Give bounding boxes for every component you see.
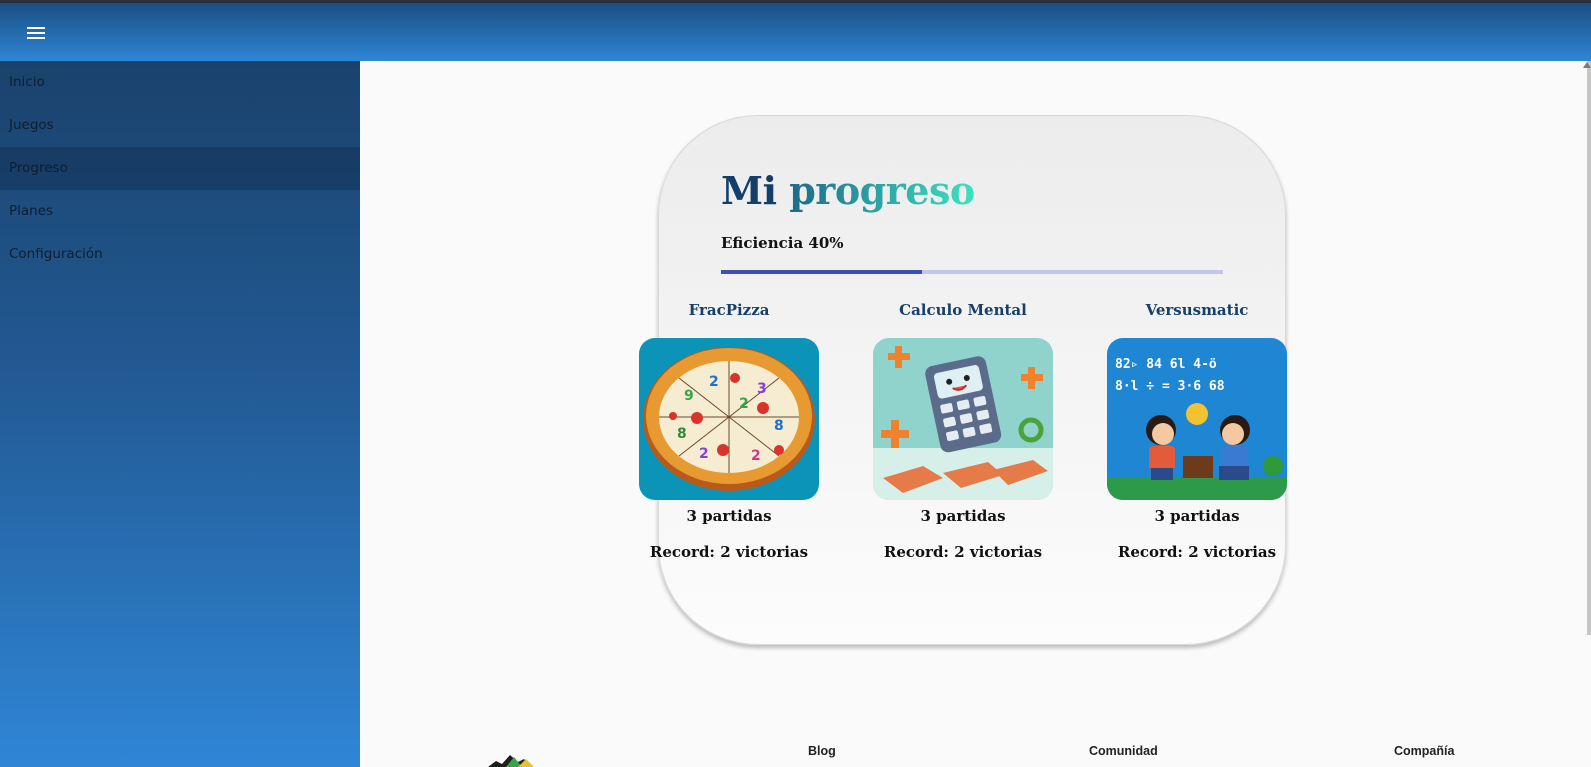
game-card-versusmatic[interactable]: Versusmatic 82▹ 84 6l 4-ö 8·l ÷ = 3·6 68… — [1102, 300, 1292, 562]
game-card-fracpizza[interactable]: FracPizza 93 28 82 22 3 partidas Record:… — [634, 300, 824, 562]
scroll-up-arrow-icon[interactable] — [1583, 62, 1591, 68]
svg-text:2: 2 — [709, 374, 719, 390]
svg-text:9: 9 — [684, 388, 694, 404]
game-record: Record: 2 victorias — [1117, 543, 1277, 561]
kids-math-duel-illustration[interactable]: 82▹ 84 6l 4-ö 8·l ÷ = 3·6 68 — [1107, 338, 1287, 500]
game-name: FracPizza — [688, 301, 770, 319]
footer-link-compania[interactable]: Compañía — [1394, 744, 1454, 758]
title-part-mi: Mi — [721, 168, 777, 213]
game-name: Calculo Mental — [899, 301, 1027, 319]
footer-link-blog[interactable]: Blog — [808, 744, 836, 758]
game-card-calculo-mental[interactable]: Calculo Mental 3 partidas Record: 2 vict… — [868, 300, 1058, 562]
title-part-progreso: progreso — [789, 168, 975, 213]
progress-card: Mi progreso Eficiencia 40% FracPizza 9 3 … — [639, 115, 1287, 645]
efficiency-label: Eficiencia 40% — [721, 234, 844, 252]
sidebar-item-progreso[interactable]: Progreso — [0, 147, 360, 190]
efficiency-progress-bar — [721, 270, 1223, 274]
pizza-with-numbers-illustration[interactable]: 93 28 82 22 — [639, 338, 819, 500]
sidebar-item-configuracion[interactable]: Configuración — [0, 233, 360, 276]
svg-text:2: 2 — [699, 446, 709, 462]
svg-text:8: 8 — [774, 418, 784, 434]
sidebar-item-planes[interactable]: Planes — [0, 190, 360, 233]
game-plays: 3 partidas — [686, 507, 772, 525]
sidebar: Inicio Juegos Progreso Planes Configurac… — [0, 61, 360, 767]
footer-link-comunidad[interactable]: Comunidad — [1089, 744, 1158, 758]
game-record: Record: 2 victorias — [649, 543, 809, 561]
svg-text:3: 3 — [757, 381, 767, 397]
app-bar — [0, 3, 1591, 61]
efficiency-progress-fill — [721, 270, 922, 274]
page-scrollbar[interactable] — [1587, 61, 1591, 635]
sidebar-item-juegos[interactable]: Juegos — [0, 104, 360, 147]
cartoon-calculator-illustration[interactable] — [873, 338, 1053, 500]
game-plays: 3 partidas — [920, 507, 1006, 525]
svg-text:82▹ 84 6l 4-ö: 82▹ 84 6l 4-ö — [1115, 357, 1217, 372]
svg-text:8: 8 — [677, 426, 687, 442]
game-plays: 3 partidas — [1154, 507, 1240, 525]
hamburger-menu-icon[interactable] — [24, 21, 48, 45]
game-name: Versusmatic — [1145, 301, 1249, 319]
svg-text:8·l ÷ = 3·6 68: 8·l ÷ = 3·6 68 — [1115, 379, 1225, 394]
game-record: Record: 2 victorias — [883, 543, 1043, 561]
sidebar-item-inicio[interactable]: Inicio — [0, 61, 360, 104]
svg-text:2: 2 — [751, 448, 761, 464]
page-title: Mi progreso — [721, 168, 975, 213]
svg-text:2: 2 — [739, 396, 749, 412]
brand-logo[interactable] — [488, 753, 552, 767]
